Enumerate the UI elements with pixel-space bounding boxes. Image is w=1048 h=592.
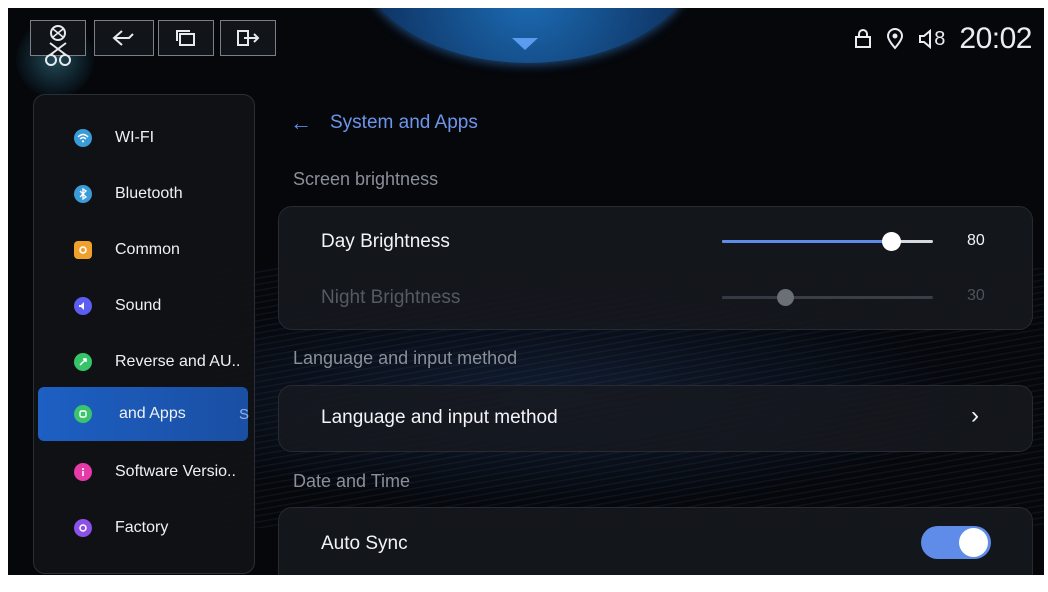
datetime-card: Auto Sync [278,507,1033,575]
common-icon [74,241,92,259]
location-icon [887,28,904,50]
sidebar-item-system-apps[interactable]: and Apps S [38,387,250,441]
sidebar-item-wifi[interactable]: WI-FI [34,111,250,165]
sidebar-item-software-version[interactable]: Software Versio.. [34,445,250,499]
back-row[interactable]: ← System and Apps [290,112,478,134]
sidebar-item-factory[interactable]: Factory [34,501,250,555]
volume-icon [919,29,932,49]
day-brightness-value: 80 [967,232,985,249]
reverse-icon [74,353,92,371]
sidebar-item-label: and Apps [119,405,186,422]
logo-button[interactable] [30,20,86,66]
sidebar-item-sound[interactable]: Sound [34,279,250,333]
section-header-brightness: Screen brightness [293,169,439,189]
lock-icon [855,29,872,48]
sidebar-item-reverse[interactable]: Reverse and AU.. [34,335,250,389]
clock: 20:02 [959,22,1032,55]
wifi-icon [74,129,92,147]
language-row[interactable]: Language and input method › [278,385,1033,452]
slider-fill [722,240,891,243]
sidebar-item-label: WI-FI [115,129,155,146]
slider-knob[interactable] [881,232,901,251]
logo-icon [45,25,71,66]
factory-icon [74,519,92,537]
night-brightness-label: Night Brightness [321,287,461,308]
bluetooth-icon [74,185,92,203]
auto-sync-label: Auto Sync [321,533,408,554]
chevron-down-icon[interactable] [512,38,538,50]
night-brightness-value: 30 [967,287,985,304]
language-row-label: Language and input method [321,407,558,428]
exit-button[interactable] [220,20,276,56]
exit-icon [237,30,260,46]
sidebar: WI-FI Bluetooth Common Sound Reverse and… [33,94,255,574]
apps-icon [74,405,92,423]
sidebar-item-bluetooth[interactable]: Bluetooth [34,167,250,221]
volume-indicator: 8 [918,28,945,51]
day-brightness-label: Day Brightness [321,231,450,252]
windows-icon [176,30,195,46]
day-brightness-slider[interactable] [722,232,933,251]
slider-knob [776,289,794,306]
back-gesture-button[interactable] [94,20,154,56]
section-header-language: Language and input method [293,348,518,368]
info-icon [74,463,92,481]
chevron-right-icon: › [971,402,979,429]
sidebar-item-label: Common [115,241,180,258]
sidebar-item-common[interactable]: Common [34,223,250,277]
slider-fill [722,296,785,299]
windows-button[interactable] [158,20,214,56]
status-bar: 8 20:02 [854,22,1032,56]
volume-level: 8 [934,27,946,50]
sidebar-item-label: Factory [115,519,169,536]
page-title: System and Apps [330,112,478,133]
top-dome[interactable] [358,8,698,63]
sidebar-item-label: Reverse and AU.. [115,353,241,370]
section-header-datetime: Date and Time [293,471,411,491]
sidebar-item-label: Software Versio.. [115,463,236,480]
sidebar-item-label: Bluetooth [115,185,183,202]
night-brightness-slider [722,289,933,306]
back-gesture-icon [112,30,134,46]
sidebar-item-label: Sound [115,297,162,314]
auto-sync-toggle[interactable] [921,526,991,559]
toggle-knob [959,528,988,557]
back-arrow-icon[interactable]: ← [290,112,312,134]
sound-icon [74,297,92,315]
sidebar-item-label-overflow: S [239,405,250,423]
screen: 8 20:02 WI-FI Bluetooth Common Sound Rev… [8,8,1044,575]
brightness-card: Day Brightness 80 Night Brightness 30 [278,206,1033,330]
